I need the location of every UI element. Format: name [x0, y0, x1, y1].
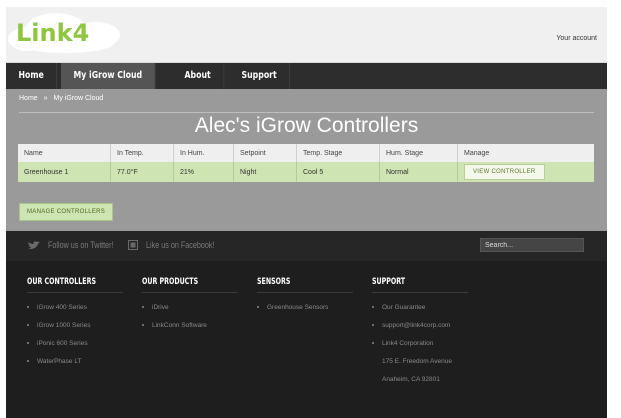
- your-account-link[interactable]: Your account: [556, 35, 597, 42]
- site-footer: OUR CONTROLLERS iGrow 400 Series iGrow 1…: [6, 261, 607, 418]
- col-header-temp-stage: Temp. Stage: [296, 144, 380, 162]
- footer-controllers-title: OUR CONTROLLERS: [27, 277, 96, 287]
- footer-divider: [142, 292, 238, 293]
- bullet-icon: [372, 342, 374, 345]
- footer-link[interactable]: support@link4corp.com: [372, 322, 452, 340]
- col-header-setpoint: Setpoint: [233, 144, 297, 162]
- footer-link[interactable]: WaterPhase LT: [27, 358, 90, 376]
- cell-hum-stage: Normal: [379, 162, 458, 182]
- nav-home[interactable]: Home: [6, 63, 58, 89]
- footer-link[interactable]: iDrive: [142, 304, 207, 322]
- table-header-row: Name In Temp. In Hum. Setpoint Temp. Sta…: [18, 144, 594, 162]
- breadcrumb-home[interactable]: Home: [19, 95, 38, 102]
- bullet-icon: [27, 306, 29, 309]
- footer-link[interactable]: Greenhouse Sensors: [257, 304, 328, 322]
- main-nav: Home My iGrow Cloud About Support: [6, 63, 607, 89]
- controllers-table: Name In Temp. In Hum. Setpoint Temp. Sta…: [18, 144, 594, 182]
- col-header-name: Name: [18, 144, 111, 162]
- col-header-in-hum: In Hum.: [173, 144, 234, 162]
- footer-address-line: 175 E. Freedom Avenue: [382, 358, 452, 365]
- footer-link[interactable]: LinkConn Software: [142, 322, 207, 340]
- table-row: Greenhouse 1 77.0°F 21% Night Cool 5 Nor…: [18, 162, 594, 182]
- footer-link[interactable]: iGrow 400 Series: [27, 304, 90, 322]
- footer-products-title: OUR PRODUCTS: [142, 277, 199, 287]
- search-input[interactable]: [480, 238, 584, 252]
- title-divider: [19, 112, 594, 113]
- footer-divider: [27, 292, 123, 293]
- controllers-panel: Home » My iGrow Cloud Alec's iGrow Contr…: [6, 89, 607, 231]
- bullet-icon: [372, 306, 374, 309]
- bullet-icon: [142, 306, 144, 309]
- bullet-icon: [27, 360, 29, 363]
- col-header-manage: Manage: [457, 144, 594, 162]
- social-bar: Follow us on Twitter! Like us on Faceboo…: [6, 231, 607, 261]
- footer-text: Link4 Corporation: [372, 340, 452, 358]
- breadcrumb: Home » My iGrow Cloud: [19, 95, 103, 102]
- breadcrumb-current: My iGrow Cloud: [53, 95, 104, 102]
- view-controller-button[interactable]: VIEW CONTROLLER: [464, 164, 545, 180]
- footer-link[interactable]: iPonic 600 Series: [27, 340, 90, 358]
- site-header: Link4 Your account: [6, 7, 607, 63]
- bullet-icon: [27, 324, 29, 327]
- facebook-link[interactable]: Like us on Facebook!: [146, 240, 214, 250]
- twitter-bird-icon[interactable]: [28, 241, 40, 250]
- facebook-icon[interactable]: [128, 240, 138, 250]
- footer-link[interactable]: Our Guarantee: [372, 304, 452, 322]
- nav-support[interactable]: Support: [229, 63, 291, 89]
- bullet-icon: [372, 324, 374, 327]
- cell-temp-stage: Cool 5: [296, 162, 380, 182]
- cell-name: Greenhouse 1: [18, 162, 111, 182]
- nav-my-igrow-cloud[interactable]: My iGrow Cloud: [61, 63, 156, 89]
- logo-text: Link4: [16, 19, 89, 47]
- page-title: Alec's iGrow Controllers: [194, 114, 419, 137]
- manage-controllers-button[interactable]: MANAGE CONTROLLERS: [19, 203, 114, 221]
- breadcrumb-separator: »: [43, 95, 48, 102]
- link4-logo[interactable]: Link4: [6, 7, 124, 57]
- bullet-icon: [142, 324, 144, 327]
- twitter-link[interactable]: Follow us on Twitter!: [48, 240, 114, 250]
- footer-support-title: SUPPORT: [372, 277, 406, 287]
- footer-sensors-title: SENSORS: [257, 277, 291, 287]
- footer-divider: [257, 292, 353, 293]
- page: Link4 Your account Home My iGrow Cloud A…: [6, 7, 607, 418]
- footer-link[interactable]: iGrow 1000 Series: [27, 322, 90, 340]
- footer-address-line: Anaheim, CA 92801: [382, 376, 440, 383]
- bullet-icon: [27, 342, 29, 345]
- cell-setpoint: Night: [233, 162, 297, 182]
- cell-in-temp: 77.0°F: [110, 162, 174, 182]
- col-header-hum-stage: Hum. Stage: [379, 144, 458, 162]
- col-header-in-temp: In Temp.: [110, 144, 174, 162]
- footer-divider: [372, 292, 468, 293]
- nav-about[interactable]: About: [172, 63, 225, 89]
- cell-manage: VIEW CONTROLLER: [457, 162, 594, 182]
- bullet-icon: [257, 306, 259, 309]
- cell-in-hum: 21%: [173, 162, 234, 182]
